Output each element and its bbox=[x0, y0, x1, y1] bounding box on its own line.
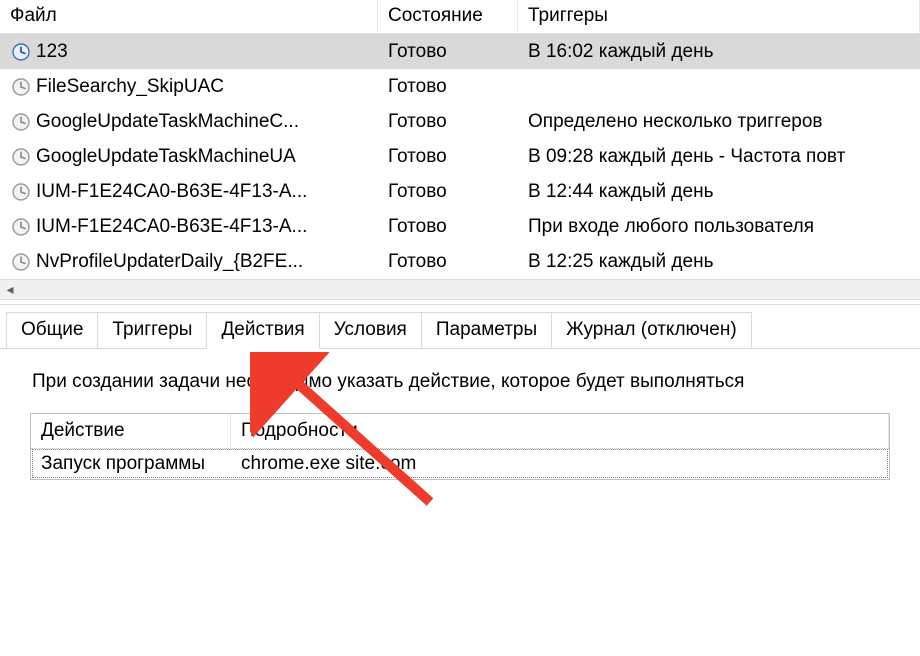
task-name: NvProfileUpdaterDaily_{B2FE... bbox=[36, 251, 303, 273]
clock-icon bbox=[12, 183, 30, 201]
actions-table-header: Действие Подробности bbox=[31, 414, 889, 448]
task-name: 123 bbox=[36, 41, 68, 63]
task-row[interactable]: GoogleUpdateTaskMachineUA Готово В 09:28… bbox=[0, 139, 920, 174]
task-state: Готово bbox=[378, 146, 518, 168]
column-header-details[interactable]: Подробности bbox=[231, 414, 889, 448]
task-trigger: В 09:28 каждый день - Частота повт bbox=[518, 146, 920, 168]
task-name: GoogleUpdateTaskMachineUA bbox=[36, 146, 296, 168]
column-header-action[interactable]: Действие bbox=[31, 414, 231, 448]
column-header-state[interactable]: Состояние bbox=[378, 0, 518, 33]
scroll-left-icon[interactable]: ◂ bbox=[0, 280, 20, 299]
task-row[interactable]: 123 Готово В 16:02 каждый день bbox=[0, 34, 920, 69]
task-trigger: В 16:02 каждый день bbox=[518, 41, 920, 63]
task-trigger: В 12:44 каждый день bbox=[518, 181, 920, 203]
tab-Параметры[interactable]: Параметры bbox=[421, 312, 552, 349]
clock-icon bbox=[12, 43, 30, 61]
task-state: Готово bbox=[378, 76, 518, 98]
tab-Общие[interactable]: Общие bbox=[6, 312, 98, 349]
task-row[interactable]: NvProfileUpdaterDaily_{B2FE... Готово В … bbox=[0, 244, 920, 279]
task-list: Файл Состояние Триггеры 123 Готово В 16:… bbox=[0, 0, 920, 279]
horizontal-scrollbar[interactable]: ◂ bbox=[0, 279, 920, 299]
tab-Условия[interactable]: Условия bbox=[319, 312, 422, 349]
tab-Триггеры[interactable]: Триггеры bbox=[97, 312, 207, 349]
task-list-header: Файл Состояние Триггеры bbox=[0, 0, 920, 34]
task-row[interactable]: IUM-F1E24CA0-B63E-4F13-A... Готово При в… bbox=[0, 209, 920, 244]
tab-Журнал (отключен)[interactable]: Журнал (отключен) bbox=[551, 312, 752, 349]
tab-Действия[interactable]: Действия bbox=[206, 312, 319, 349]
task-row[interactable]: GoogleUpdateTaskMachineC... Готово Опред… bbox=[0, 104, 920, 139]
task-row[interactable]: FileSearchy_SkipUAC Готово bbox=[0, 69, 920, 104]
clock-icon bbox=[12, 253, 30, 271]
task-trigger: В 12:25 каждый день bbox=[518, 251, 920, 273]
task-state: Готово bbox=[378, 181, 518, 203]
column-header-triggers[interactable]: Триггеры bbox=[518, 0, 920, 33]
task-name: IUM-F1E24CA0-B63E-4F13-A... bbox=[36, 181, 307, 203]
column-header-file[interactable]: Файл bbox=[0, 0, 378, 33]
detail-tabs: ОбщиеТриггерыДействияУсловияПараметрыЖур… bbox=[0, 305, 920, 349]
actions-table: Действие Подробности Запуск программы ch… bbox=[30, 413, 890, 480]
task-state: Готово bbox=[378, 251, 518, 273]
task-state: Готово bbox=[378, 216, 518, 238]
task-name: GoogleUpdateTaskMachineC... bbox=[36, 111, 299, 133]
clock-icon bbox=[12, 78, 30, 96]
actions-table-row[interactable]: Запуск программы chrome.exe site.com bbox=[31, 448, 889, 479]
task-state: Готово bbox=[378, 111, 518, 133]
clock-icon bbox=[12, 148, 30, 166]
clock-icon bbox=[12, 113, 30, 131]
task-state: Готово bbox=[378, 41, 518, 63]
task-name: IUM-F1E24CA0-B63E-4F13-A... bbox=[36, 216, 307, 238]
action-cell: Запуск программы bbox=[31, 449, 231, 479]
tab-description: При создании задачи необходимо указать д… bbox=[0, 349, 920, 403]
task-trigger: Определено несколько триггеров bbox=[518, 111, 920, 133]
task-name: FileSearchy_SkipUAC bbox=[36, 76, 224, 98]
clock-icon bbox=[12, 218, 30, 236]
task-trigger: При входе любого пользователя bbox=[518, 216, 920, 238]
details-cell: chrome.exe site.com bbox=[231, 449, 889, 479]
task-row[interactable]: IUM-F1E24CA0-B63E-4F13-A... Готово В 12:… bbox=[0, 174, 920, 209]
